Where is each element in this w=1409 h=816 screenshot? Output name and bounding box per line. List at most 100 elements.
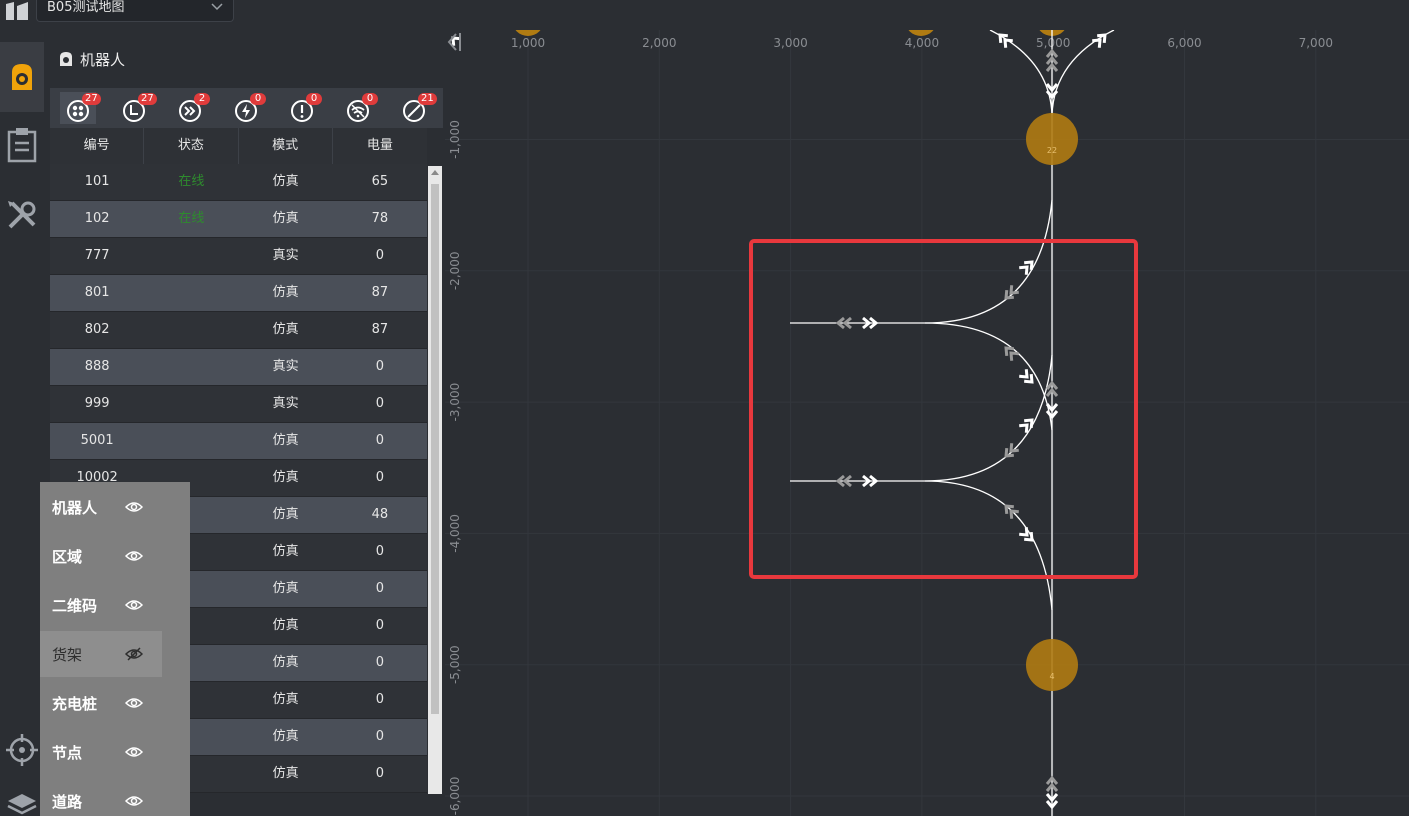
map-select[interactable]: B05测试地图 [36, 0, 234, 22]
filter-count: 21 [418, 93, 437, 105]
battery-cell: 0 [375, 359, 385, 374]
table-row[interactable]: 802 仿真 87 [50, 312, 427, 349]
layer-label: 节点 [52, 743, 83, 762]
nav-locate[interactable] [0, 720, 44, 780]
filter-count: 27 [138, 93, 157, 105]
filter-count: 0 [306, 93, 322, 105]
crosshair-icon [6, 734, 38, 766]
table-row[interactable]: 5001 仿真 0 [50, 423, 427, 460]
mode-cell: 仿真 [272, 581, 299, 596]
filter-offline[interactable]: 0 [340, 92, 378, 124]
layer-item[interactable]: 充电桩 [40, 680, 162, 726]
battery-cell: 65 [371, 174, 389, 189]
battery-cell: 0 [375, 581, 385, 596]
nav-robot[interactable] [0, 42, 44, 112]
eye-icon[interactable] [125, 794, 143, 808]
filter-idle[interactable]: 27 [116, 92, 157, 124]
clipboard-icon [7, 128, 37, 163]
filter-bar: 27 27 2 0 0 0 21 [50, 88, 443, 128]
column-header[interactable]: 电量 [333, 128, 427, 164]
app-logo-icon [6, 2, 28, 20]
table-row[interactable]: 101 在线 仿真 65 [50, 164, 427, 201]
x-axis-tick-label: 7,000 [1299, 36, 1333, 50]
mode-cell: 仿真 [272, 766, 299, 781]
eye-icon[interactable] [125, 598, 143, 612]
scroll-thumb[interactable] [431, 184, 439, 714]
table-row[interactable]: 102 在线 仿真 78 [50, 201, 427, 238]
highlight-box [749, 239, 1138, 579]
eye-icon[interactable] [125, 745, 143, 759]
y-axis-tick-label: -6,000 [448, 777, 462, 816]
layer-item[interactable]: 节点 [40, 729, 162, 775]
robot-id-cell: 102 [84, 211, 110, 226]
scroll-up-arrow[interactable] [431, 170, 439, 175]
mode-cell: 仿真 [272, 211, 299, 226]
status-cell [144, 275, 238, 311]
table-scrollbar[interactable] [428, 166, 442, 794]
layer-item[interactable]: 二维码 [40, 582, 162, 628]
eye-off-icon[interactable] [125, 647, 143, 661]
tools-icon [8, 201, 36, 229]
layer-label: 货架 [52, 645, 83, 664]
mode-cell: 仿真 [272, 618, 299, 633]
map-canvas[interactable]: 1,000 2,000 3,000 4,000 5,000 6,000 7,000 -1,00… [445, 30, 1409, 816]
status-cell [144, 238, 238, 274]
road [790, 199, 1053, 324]
battery-cell: 48 [371, 507, 389, 522]
table-row[interactable]: 777 真实 0 [50, 238, 427, 275]
layer-item[interactable]: 机器人 [40, 484, 162, 530]
node-label: 4 [1049, 672, 1054, 681]
nav-tools[interactable] [0, 180, 44, 250]
layer-label: 二维码 [52, 596, 98, 615]
robot-icon [12, 64, 32, 90]
x-axis-tick-label: 5,000 [1036, 36, 1070, 50]
layer-item[interactable]: 货架 [40, 631, 162, 677]
y-axis-tick-label: -5,000 [448, 645, 462, 684]
battery-cell: 87 [371, 285, 389, 300]
eye-icon[interactable] [125, 696, 143, 710]
robot-id-cell: 5001 [80, 433, 114, 448]
battery-cell: 87 [371, 322, 389, 337]
table-row[interactable]: 888 真实 0 [50, 349, 427, 386]
table-row[interactable]: 999 真实 0 [50, 386, 427, 423]
robot-id-cell: 101 [84, 174, 110, 189]
battery-cell: 0 [375, 655, 385, 670]
left-nav [0, 30, 44, 816]
column-header[interactable]: 模式 [239, 128, 333, 164]
layer-item[interactable]: 区域 [40, 533, 162, 579]
filter-error[interactable]: 0 [284, 92, 322, 124]
table-row[interactable]: 801 仿真 87 [50, 275, 427, 312]
filter-running[interactable]: 2 [172, 92, 210, 124]
direction-arrow [1019, 265, 1029, 275]
nav-tasks[interactable] [0, 110, 44, 180]
robot-id-cell: 777 [84, 248, 110, 263]
mode-cell: 真实 [272, 396, 299, 411]
mode-cell: 仿真 [272, 544, 299, 559]
layer-menu: 机器人 区域二维码货架充电桩节点道路 [40, 482, 190, 816]
eye-icon[interactable] [125, 549, 143, 563]
filter-count: 0 [362, 93, 378, 105]
x-axis-tick-label: 1,000 [511, 36, 545, 50]
x-axis-tick-label: 3,000 [773, 36, 807, 50]
chevron-down-icon [211, 3, 223, 11]
mode-cell: 仿真 [272, 433, 299, 448]
map-svg[interactable]: 1,000 2,000 3,000 4,000 5,000 6,000 7,000 -1,00… [445, 30, 1409, 816]
nav-layers[interactable] [0, 780, 44, 816]
eye-icon[interactable] [125, 500, 143, 514]
filter-charging[interactable]: 0 [228, 92, 266, 124]
battery-cell: 0 [375, 470, 385, 485]
filter-disabled[interactable]: 21 [396, 92, 437, 124]
filter-all[interactable]: 27 [60, 92, 101, 124]
layer-item[interactable]: 道路 [40, 778, 162, 816]
map-select-value: B05测试地图 [47, 0, 125, 15]
status-cell: 在线 [178, 174, 205, 189]
robot-id-cell: 888 [84, 359, 110, 374]
y-axis-tick-label: -1,000 [448, 120, 462, 159]
column-header[interactable]: 状态 [144, 128, 239, 164]
mode-cell: 仿真 [272, 470, 299, 485]
collapse-panel-icon[interactable] [445, 30, 465, 58]
mode-cell: 真实 [272, 359, 299, 374]
mode-cell: 仿真 [272, 174, 299, 189]
column-header[interactable]: 编号 [50, 128, 145, 164]
y-axis-tick-label: -2,000 [448, 251, 462, 290]
